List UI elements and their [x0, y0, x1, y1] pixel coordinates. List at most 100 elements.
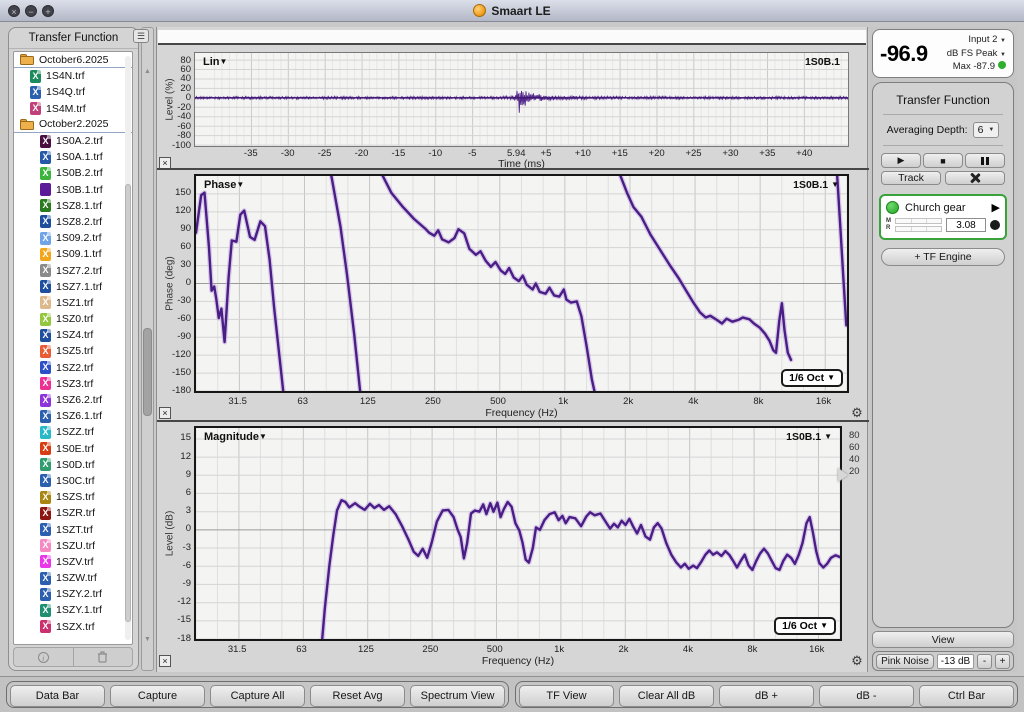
trf-file-row[interactable]: X1SZ6.1.trf — [14, 408, 132, 424]
phase-smoothing-selector[interactable]: 1/6 Oct ▼ — [781, 369, 843, 387]
folder-row[interactable]: October2.2025 — [14, 117, 132, 133]
level-marker-icon[interactable] — [838, 468, 848, 482]
impulse-type-selector[interactable]: Lin▼ — [203, 56, 227, 68]
level-plus-button[interactable]: + — [995, 654, 1010, 669]
file-list-scroll-thumb[interactable] — [125, 184, 131, 622]
trf-file-list[interactable]: October6.2025X1S4N.trfX1S4Q.trfX1S4M.trf… — [13, 51, 133, 645]
trf-file-row[interactable]: X1SZ1.trf — [14, 295, 132, 311]
trf-file-row[interactable]: X1SZ7.2.trf — [14, 262, 132, 278]
zoom-window-icon[interactable]: + — [42, 5, 54, 17]
folder-row[interactable]: October6.2025 — [14, 52, 132, 68]
track-button[interactable]: Track — [881, 171, 941, 185]
trf-file-row[interactable]: X1S4Q.trf — [14, 84, 132, 100]
trf-file-row[interactable]: X1SZY.1.trf — [14, 602, 132, 618]
pause-button[interactable] — [965, 153, 1005, 168]
db--button[interactable]: dB + — [719, 685, 814, 707]
trf-file-row[interactable]: X1S4N.trf — [14, 68, 132, 84]
scroll-down-icon[interactable]: ▼ — [142, 636, 153, 643]
trf-file-row[interactable]: X1S0C.trf — [14, 473, 132, 489]
meter-scale-selector[interactable]: dB FS Peak ▼ — [947, 47, 1006, 61]
engine-delay-value[interactable]: 3.08 — [946, 218, 986, 232]
trf-file-row[interactable]: X1SZ4.trf — [14, 327, 132, 343]
dropdown-caret-icon: ▼ — [236, 180, 244, 189]
trf-file-row[interactable]: X1SZV.trf — [14, 554, 132, 570]
trf-file-row[interactable]: 1S0B.1.trf — [14, 182, 132, 198]
trf-file-row[interactable]: X1S09.2.trf — [14, 230, 132, 246]
meter-input-selector[interactable]: Input 2 ▼ — [947, 33, 1006, 47]
engine-play-icon[interactable]: ▶ — [992, 201, 1000, 214]
trf-file-row[interactable]: X1SZ6.2.trf — [14, 392, 132, 408]
trf-file-row[interactable]: X1SZ2.trf — [14, 360, 132, 376]
db--button[interactable]: dB - — [819, 685, 914, 707]
file-info-button[interactable]: i — [14, 648, 73, 666]
y-tick-label: -3 — [163, 542, 191, 553]
magnitude-trace-selector[interactable]: 1S0B.1 ▼ — [786, 431, 832, 443]
trf-file-name: 1S09.1.trf — [56, 248, 102, 260]
phase-plot[interactable]: Phase▼ 1S0B.1 ▼ 1/6 Oct ▼ — [194, 174, 849, 393]
sidebar-outer-scrollbar[interactable]: ▲ ▼ — [141, 27, 154, 671]
trf-file-row[interactable]: X1SZW.trf — [14, 570, 132, 586]
trf-file-row[interactable]: X1SZ0.trf — [14, 311, 132, 327]
trf-file-row[interactable]: X1SZR.trf — [14, 505, 132, 521]
trf-file-row[interactable]: X1SZY.2.trf — [14, 586, 132, 602]
trf-file-row[interactable]: X1S0A.2.trf — [14, 133, 132, 149]
sidebar-menu-button[interactable]: ☰ — [133, 29, 149, 43]
capture-all-button[interactable]: Capture All — [210, 685, 305, 707]
trf-file-row[interactable]: X1SZ8.1.trf — [14, 198, 132, 214]
y-tick-label: 90 — [163, 223, 191, 234]
phase-settings-button[interactable]: ⚙ — [850, 406, 864, 420]
scroll-up-icon[interactable]: ▲ — [142, 68, 153, 75]
tf-view-button[interactable]: TF View — [519, 685, 614, 707]
close-window-icon[interactable]: × — [8, 5, 20, 17]
impulse-plot[interactable]: Lin▼ 1S0B.1 — [194, 52, 849, 147]
trf-file-row[interactable]: X1S0D.trf — [14, 457, 132, 473]
trf-file-name: 1SZR.trf — [56, 507, 95, 519]
averaging-depth-selector[interactable]: 6▼ — [973, 122, 1000, 138]
magnitude-smoothing-selector[interactable]: 1/6 Oct ▼ — [774, 617, 836, 635]
trf-file-row[interactable]: X1S0E.trf — [14, 441, 132, 457]
trf-file-row[interactable]: X1SZ8.2.trf — [14, 214, 132, 230]
capture-button[interactable]: Capture — [110, 685, 205, 707]
folder-icon — [20, 119, 34, 130]
play-button[interactable]: ▶ — [881, 153, 921, 168]
trf-file-row[interactable]: X1SZ5.trf — [14, 343, 132, 359]
close-magnitude-panel-button[interactable]: × — [159, 655, 171, 667]
minimize-window-icon[interactable]: − — [25, 5, 37, 17]
level-minus-button[interactable]: - — [977, 654, 992, 669]
view-button[interactable]: View — [872, 631, 1014, 648]
magnitude-type-selector[interactable]: Magnitude▼ — [204, 431, 267, 443]
reset-avg-button[interactable]: Reset Avg — [310, 685, 405, 707]
file-delete-button[interactable] — [73, 648, 133, 666]
trf-file-row[interactable]: X1SZ7.1.trf — [14, 279, 132, 295]
clear-all-db-button[interactable]: Clear All dB — [619, 685, 714, 707]
trf-file-row[interactable]: X1S0B.2.trf — [14, 165, 132, 181]
trf-file-name: 1SZ1.trf — [56, 297, 93, 309]
trf-file-row[interactable]: X1SZX.trf — [14, 619, 132, 635]
stop-button[interactable]: ■ — [923, 153, 963, 168]
tools-button[interactable] — [945, 171, 1005, 185]
close-phase-panel-button[interactable]: × — [159, 407, 171, 419]
magnitude-plot[interactable]: Magnitude▼ 1S0B.1 ▼ 1/6 Oct ▼ — [194, 426, 842, 641]
trf-file-row[interactable]: X1S09.1.trf — [14, 246, 132, 262]
tf-engine-church-gear[interactable]: Church gear ▶ MR 3.08 — [879, 194, 1007, 240]
engine-delay-lock-icon[interactable] — [990, 220, 1000, 230]
trf-file-row[interactable]: X1S0A.1.trf — [14, 149, 132, 165]
trf-file-row[interactable]: X1SZU.trf — [14, 538, 132, 554]
file-list-scrollbar[interactable] — [125, 56, 131, 640]
trf-file-row[interactable]: X1SZ3.trf — [14, 376, 132, 392]
trf-file-row[interactable]: X1SZT.trf — [14, 521, 132, 537]
trf-file-row[interactable]: X1SZZ.trf — [14, 424, 132, 440]
trf-file-row[interactable]: X1SZS.trf — [14, 489, 132, 505]
magnitude-settings-button[interactable]: ⚙ — [850, 654, 864, 668]
outer-scroll-thumb[interactable] — [143, 328, 152, 416]
phase-trace-selector[interactable]: 1S0B.1 ▼ — [793, 179, 839, 191]
spectrum-view-button[interactable]: Spectrum View — [410, 685, 505, 707]
trf-file-name: 1SZ6.2.trf — [56, 394, 102, 406]
phase-type-selector[interactable]: Phase▼ — [204, 179, 244, 191]
pink-noise-button[interactable]: Pink Noise — [876, 654, 934, 669]
y-tick-label: -12 — [163, 596, 191, 607]
data-bar-button[interactable]: Data Bar — [10, 685, 105, 707]
trf-file-row[interactable]: X1S4M.trf — [14, 101, 132, 117]
add-tf-engine-button[interactable]: + TF Engine — [881, 248, 1005, 266]
ctrl-bar-button[interactable]: Ctrl Bar — [919, 685, 1014, 707]
